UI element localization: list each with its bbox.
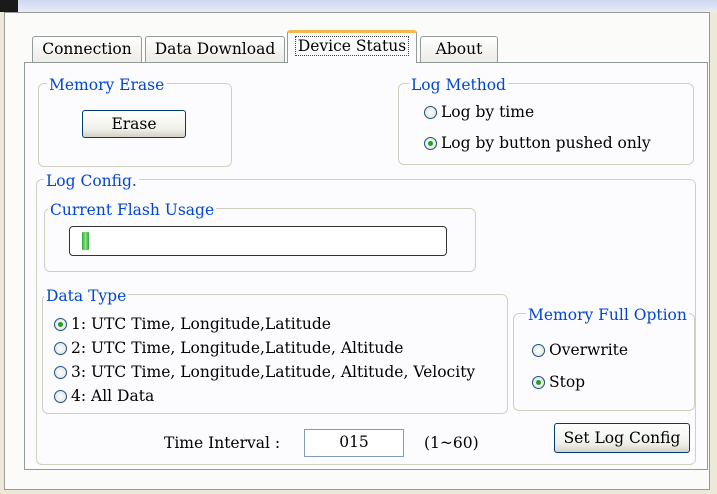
progress-fill: [82, 232, 89, 250]
radio-label: Stop: [549, 373, 586, 391]
radio-icon: [54, 389, 67, 403]
memory-full-group: [513, 313, 695, 411]
data-type-title: Data Type: [44, 287, 129, 305]
log-config-title: Log Config.: [44, 172, 139, 190]
radio-data-type-4[interactable]: 4: All Data: [54, 386, 154, 406]
set-log-config-button[interactable]: Set Log Config: [554, 423, 690, 453]
radio-label: Overwrite: [549, 341, 629, 359]
time-interval-label: Time Interval :: [164, 434, 281, 452]
log-method-title: Log Method: [409, 76, 508, 94]
flash-usage-progress-bar: [69, 226, 447, 256]
erase-button[interactable]: Erase: [82, 110, 186, 138]
radio-icon: [54, 365, 67, 379]
radio-icon: [532, 343, 545, 357]
radio-icon: [424, 105, 437, 119]
radio-label: 1: UTC Time, Longitude,Latitude: [71, 315, 331, 333]
radio-label: 4: All Data: [71, 387, 155, 405]
radio-label: Log by time: [441, 103, 535, 121]
memory-full-title: Memory Full Option: [526, 306, 689, 324]
radio-label: Log by button pushed only: [441, 134, 651, 152]
radio-label: 2: UTC Time, Longitude,Latitude, Altitud…: [71, 339, 404, 357]
radio-data-type-3[interactable]: 3: UTC Time, Longitude,Latitude, Altitud…: [54, 362, 475, 382]
radio-overwrite[interactable]: Overwrite: [532, 340, 628, 360]
radio-log-by-time[interactable]: Log by time: [424, 102, 534, 122]
flash-usage-title: Current Flash Usage: [48, 201, 217, 219]
radio-selected-icon: [532, 375, 545, 389]
radio-log-by-button[interactable]: Log by button pushed only: [424, 133, 651, 153]
radio-label: 3: UTC Time, Longitude,Latitude, Altitud…: [71, 363, 476, 381]
radio-stop[interactable]: Stop: [532, 372, 585, 392]
panel-content: Memory Erase Erase Log Method Log by tim…: [0, 0, 717, 494]
memory-erase-title: Memory Erase: [47, 76, 167, 94]
time-interval-range: (1~60): [424, 434, 479, 452]
radio-data-type-1[interactable]: 1: UTC Time, Longitude,Latitude: [54, 314, 331, 334]
radio-data-type-2[interactable]: 2: UTC Time, Longitude,Latitude, Altitud…: [54, 338, 403, 358]
radio-selected-icon: [54, 317, 67, 331]
radio-icon: [54, 341, 67, 355]
radio-selected-icon: [424, 136, 437, 150]
time-interval-input[interactable]: 015: [304, 429, 404, 457]
